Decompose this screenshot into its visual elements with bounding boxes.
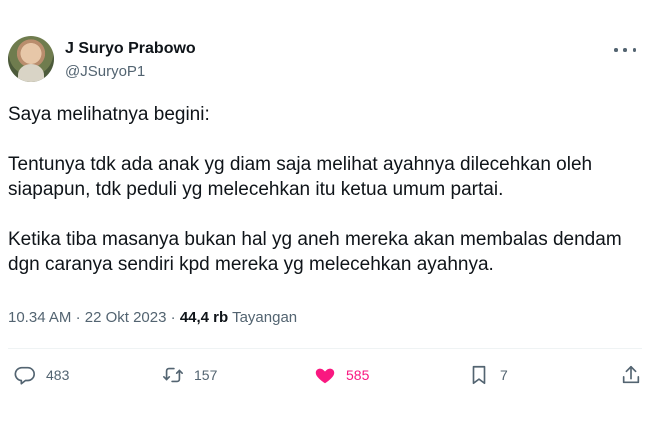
like-count: 585 (346, 367, 370, 383)
author-handle[interactable]: @JSuryoP1 (65, 63, 145, 80)
meta-separator: · (170, 309, 176, 326)
share-button[interactable] (620, 360, 642, 390)
tweet-card: J Suryo Prabowo @JSuryoP1 Saya melihatny… (0, 0, 650, 433)
tweet-header: J Suryo Prabowo @JSuryoP1 (8, 36, 642, 86)
reply-icon (14, 366, 35, 385)
repost-icon (163, 367, 183, 383)
tweet-paragraph: Tentunya tdk ada anak yg diam saja melih… (8, 154, 598, 200)
tweet-date[interactable]: 22 Okt 2023 (85, 309, 167, 326)
tweet-paragraph: Saya melihatnya begini: (8, 104, 210, 125)
action-bar: 483 157 585 7 (8, 360, 642, 390)
tweet-time[interactable]: 10.34 AM (8, 309, 71, 326)
avatar[interactable] (8, 36, 54, 82)
tweet-paragraph: Ketika tiba masanya bukan hal yg aneh me… (8, 229, 627, 275)
repost-count: 157 (194, 367, 218, 383)
author-name[interactable]: J Suryo Prabowo (65, 40, 196, 58)
bookmark-button[interactable]: 7 (468, 360, 508, 390)
like-button[interactable]: 585 (314, 360, 369, 390)
reply-button[interactable]: 483 (14, 360, 69, 390)
more-icon[interactable] (614, 42, 636, 58)
like-icon (315, 368, 335, 384)
more-dot (623, 48, 627, 52)
meta-separator: · (75, 309, 81, 326)
share-icon (622, 365, 640, 384)
divider (8, 348, 642, 349)
bookmark-icon (472, 365, 486, 385)
bookmark-count: 7 (500, 367, 508, 383)
reply-count: 483 (46, 367, 70, 383)
more-dot (614, 48, 618, 52)
repost-button[interactable]: 157 (162, 360, 217, 390)
views-label: Tayangan (232, 309, 298, 326)
views-count[interactable]: 44,4 rb (180, 309, 228, 326)
tweet-meta: 10.34 AM · 22 Okt 2023 · 44,4 rb Tayanga… (8, 309, 297, 326)
more-dot (632, 48, 636, 52)
tweet-text: Saya melihatnya begini: Tentunya tdk ada… (8, 102, 642, 302)
